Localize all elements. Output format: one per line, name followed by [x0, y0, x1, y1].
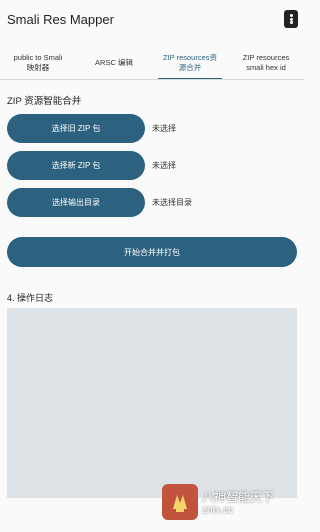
log-title: 4. 操作日志 — [7, 293, 54, 303]
new-zip-row: 选择新 ZIP 包 未选择 — [7, 151, 176, 180]
tab-zip-resources-merge[interactable]: ZIP resources资 源合并 — [152, 46, 228, 79]
tab-label: 映射器 — [26, 62, 50, 72]
app-title: Smali Res Mapper — [7, 11, 114, 27]
select-old-zip-button[interactable]: 选择旧 ZIP 包 — [7, 114, 145, 143]
watermark-logo-icon — [162, 484, 198, 520]
old-zip-row: 选择旧 ZIP 包 未选择 — [7, 114, 176, 143]
output-dir-status: 未选择目录 — [152, 198, 192, 207]
select-new-zip-button[interactable]: 选择新 ZIP 包 — [7, 151, 145, 180]
overflow-menu-icon[interactable] — [284, 10, 298, 28]
output-dir-row: 选择输出目录 未选择目录 — [7, 188, 192, 217]
section-title: ZIP 资源智能合并 — [7, 96, 82, 107]
watermark: 八神智能天下 zntx.cc — [162, 482, 304, 522]
tab-zip-smali-hex-id[interactable]: ZIP resources smali hex id — [228, 46, 304, 79]
start-merge-button[interactable]: 开始合并并打包 — [7, 237, 297, 267]
tab-label: ZIP resources — [242, 52, 290, 62]
watermark-url: zntx.cc — [202, 505, 234, 516]
tab-arsc-edit[interactable]: ARSC 编辑 — [76, 46, 152, 79]
watermark-title: 八神智能天下 — [202, 490, 275, 504]
tab-label: 源合并 — [178, 62, 202, 72]
old-zip-status: 未选择 — [152, 124, 176, 133]
tab-label: ARSC 编辑 — [95, 57, 133, 67]
select-output-dir-button[interactable]: 选择输出目录 — [7, 188, 145, 217]
tab-label: public to Smali — [13, 52, 63, 62]
tab-public-to-smali[interactable]: public to Smali 映射器 — [0, 46, 76, 79]
app-bar: Smali Res Mapper — [0, 0, 304, 38]
log-area[interactable] — [7, 308, 297, 498]
tab-label: smali hex id — [246, 62, 286, 72]
tab-label: ZIP resources资 — [162, 52, 218, 62]
new-zip-status: 未选择 — [152, 161, 176, 170]
tab-bar: public to Smali 映射器 ARSC 编辑 ZIP resource… — [0, 46, 304, 80]
